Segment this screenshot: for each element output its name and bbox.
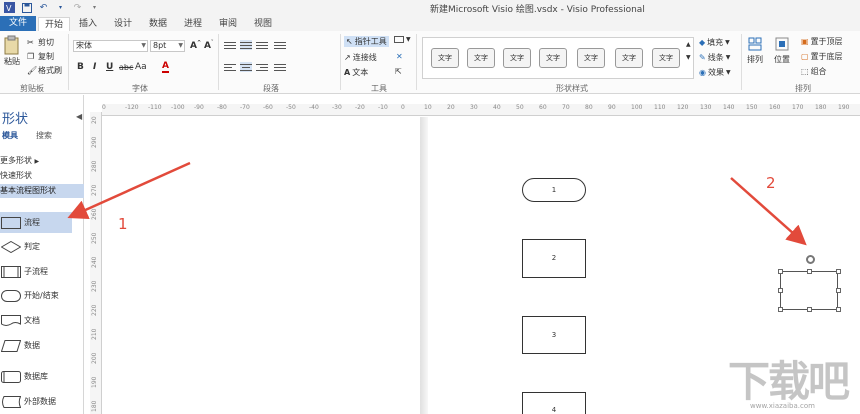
- annotation-label-2: 2: [766, 174, 776, 192]
- arrow-to-process-shape: [67, 161, 191, 219]
- annotation-label-1: 1: [118, 215, 128, 233]
- watermark-url: www.xiazaiba.com: [750, 402, 815, 410]
- watermark-logo: 下载吧: [728, 357, 850, 406]
